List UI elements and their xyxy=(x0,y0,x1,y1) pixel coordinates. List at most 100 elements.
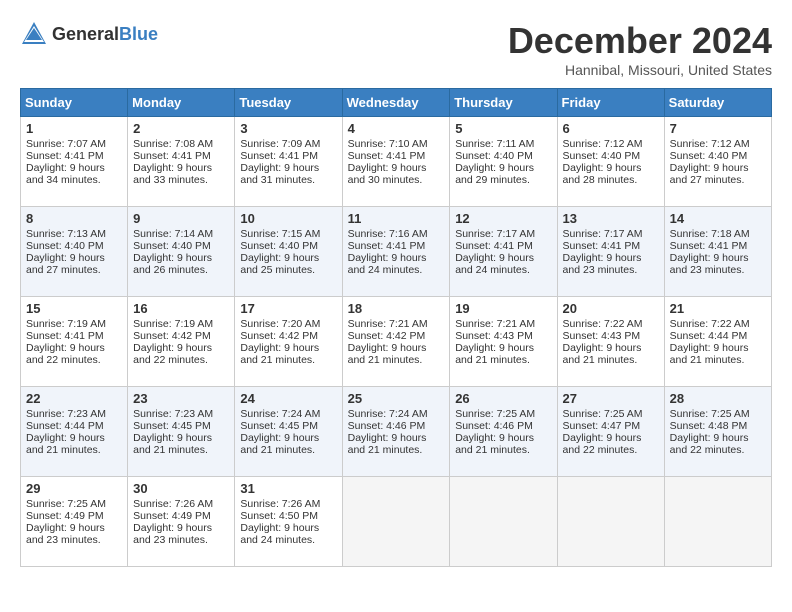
sunset: Sunset: 4:40 PM xyxy=(563,150,641,162)
sunset: Sunset: 4:41 PM xyxy=(455,240,533,252)
logo: General Blue xyxy=(20,20,158,48)
sunrise: Sunrise: 7:25 AM xyxy=(455,408,535,420)
location-title: Hannibal, Missouri, United States xyxy=(508,62,772,78)
day-number: 21 xyxy=(670,301,766,316)
calendar-cell: 3 Sunrise: 7:09 AM Sunset: 4:41 PM Dayli… xyxy=(235,117,342,207)
sunset: Sunset: 4:50 PM xyxy=(240,510,318,522)
day-number: 26 xyxy=(455,391,551,406)
calendar-cell xyxy=(450,477,557,567)
sunrise: Sunrise: 7:22 AM xyxy=(563,318,643,330)
sunset: Sunset: 4:45 PM xyxy=(240,420,318,432)
day-number: 15 xyxy=(26,301,122,316)
calendar: SundayMondayTuesdayWednesdayThursdayFrid… xyxy=(20,88,772,567)
calendar-cell: 14 Sunrise: 7:18 AM Sunset: 4:41 PM Dayl… xyxy=(664,207,771,297)
daylight: Daylight: 9 hours and 21 minutes. xyxy=(455,432,534,456)
sunset: Sunset: 4:49 PM xyxy=(26,510,104,522)
calendar-cell: 17 Sunrise: 7:20 AM Sunset: 4:42 PM Dayl… xyxy=(235,297,342,387)
calendar-cell xyxy=(342,477,450,567)
sunset: Sunset: 4:44 PM xyxy=(26,420,104,432)
day-number: 19 xyxy=(455,301,551,316)
day-number: 24 xyxy=(240,391,336,406)
sunset: Sunset: 4:40 PM xyxy=(455,150,533,162)
sunrise: Sunrise: 7:12 AM xyxy=(563,138,643,150)
day-number: 27 xyxy=(563,391,659,406)
daylight: Daylight: 9 hours and 31 minutes. xyxy=(240,162,319,186)
sunset: Sunset: 4:46 PM xyxy=(348,420,426,432)
month-title: December 2024 xyxy=(508,20,772,62)
calendar-cell: 22 Sunrise: 7:23 AM Sunset: 4:44 PM Dayl… xyxy=(21,387,128,477)
daylight: Daylight: 9 hours and 23 minutes. xyxy=(133,522,212,546)
day-number: 16 xyxy=(133,301,229,316)
day-number: 31 xyxy=(240,481,336,496)
sunrise: Sunrise: 7:18 AM xyxy=(670,228,750,240)
daylight: Daylight: 9 hours and 34 minutes. xyxy=(26,162,105,186)
calendar-cell: 23 Sunrise: 7:23 AM Sunset: 4:45 PM Dayl… xyxy=(128,387,235,477)
sunrise: Sunrise: 7:20 AM xyxy=(240,318,320,330)
day-number: 18 xyxy=(348,301,445,316)
sunrise: Sunrise: 7:25 AM xyxy=(670,408,750,420)
daylight: Daylight: 9 hours and 25 minutes. xyxy=(240,252,319,276)
sunset: Sunset: 4:42 PM xyxy=(240,330,318,342)
sunrise: Sunrise: 7:09 AM xyxy=(240,138,320,150)
day-number: 4 xyxy=(348,121,445,136)
sunrise: Sunrise: 7:11 AM xyxy=(455,138,534,150)
calendar-cell xyxy=(664,477,771,567)
calendar-cell: 16 Sunrise: 7:19 AM Sunset: 4:42 PM Dayl… xyxy=(128,297,235,387)
daylight: Daylight: 9 hours and 23 minutes. xyxy=(26,522,105,546)
sunrise: Sunrise: 7:17 AM xyxy=(563,228,643,240)
calendar-cell: 6 Sunrise: 7:12 AM Sunset: 4:40 PM Dayli… xyxy=(557,117,664,207)
day-number: 1 xyxy=(26,121,122,136)
daylight: Daylight: 9 hours and 24 minutes. xyxy=(455,252,534,276)
daylight: Daylight: 9 hours and 22 minutes. xyxy=(26,342,105,366)
day-number: 25 xyxy=(348,391,445,406)
calendar-header-friday: Friday xyxy=(557,89,664,117)
sunrise: Sunrise: 7:08 AM xyxy=(133,138,213,150)
daylight: Daylight: 9 hours and 22 minutes. xyxy=(563,432,642,456)
daylight: Daylight: 9 hours and 27 minutes. xyxy=(670,162,749,186)
daylight: Daylight: 9 hours and 22 minutes. xyxy=(133,342,212,366)
calendar-cell: 19 Sunrise: 7:21 AM Sunset: 4:43 PM Dayl… xyxy=(450,297,557,387)
sunset: Sunset: 4:42 PM xyxy=(348,330,426,342)
calendar-cell: 11 Sunrise: 7:16 AM Sunset: 4:41 PM Dayl… xyxy=(342,207,450,297)
day-number: 11 xyxy=(348,211,445,226)
sunset: Sunset: 4:40 PM xyxy=(133,240,211,252)
calendar-cell: 25 Sunrise: 7:24 AM Sunset: 4:46 PM Dayl… xyxy=(342,387,450,477)
day-number: 13 xyxy=(563,211,659,226)
daylight: Daylight: 9 hours and 21 minutes. xyxy=(240,342,319,366)
sunset: Sunset: 4:49 PM xyxy=(133,510,211,522)
sunrise: Sunrise: 7:07 AM xyxy=(26,138,106,150)
calendar-header-sunday: Sunday xyxy=(21,89,128,117)
calendar-week-row: 22 Sunrise: 7:23 AM Sunset: 4:44 PM Dayl… xyxy=(21,387,772,477)
day-number: 30 xyxy=(133,481,229,496)
sunset: Sunset: 4:40 PM xyxy=(26,240,104,252)
sunset: Sunset: 4:41 PM xyxy=(348,150,426,162)
daylight: Daylight: 9 hours and 24 minutes. xyxy=(348,252,427,276)
daylight: Daylight: 9 hours and 30 minutes. xyxy=(348,162,427,186)
sunset: Sunset: 4:41 PM xyxy=(348,240,426,252)
calendar-cell: 27 Sunrise: 7:25 AM Sunset: 4:47 PM Dayl… xyxy=(557,387,664,477)
daylight: Daylight: 9 hours and 21 minutes. xyxy=(670,342,749,366)
sunrise: Sunrise: 7:21 AM xyxy=(455,318,535,330)
calendar-week-row: 8 Sunrise: 7:13 AM Sunset: 4:40 PM Dayli… xyxy=(21,207,772,297)
day-number: 8 xyxy=(26,211,122,226)
calendar-week-row: 1 Sunrise: 7:07 AM Sunset: 4:41 PM Dayli… xyxy=(21,117,772,207)
calendar-cell: 5 Sunrise: 7:11 AM Sunset: 4:40 PM Dayli… xyxy=(450,117,557,207)
calendar-cell: 7 Sunrise: 7:12 AM Sunset: 4:40 PM Dayli… xyxy=(664,117,771,207)
sunset: Sunset: 4:41 PM xyxy=(240,150,318,162)
calendar-cell: 29 Sunrise: 7:25 AM Sunset: 4:49 PM Dayl… xyxy=(21,477,128,567)
daylight: Daylight: 9 hours and 21 minutes. xyxy=(133,432,212,456)
day-number: 22 xyxy=(26,391,122,406)
logo-text-blue: Blue xyxy=(119,24,158,45)
logo-text-general: General xyxy=(52,24,119,45)
daylight: Daylight: 9 hours and 21 minutes. xyxy=(348,432,427,456)
sunset: Sunset: 4:47 PM xyxy=(563,420,641,432)
calendar-header-wednesday: Wednesday xyxy=(342,89,450,117)
daylight: Daylight: 9 hours and 24 minutes. xyxy=(240,522,319,546)
day-number: 28 xyxy=(670,391,766,406)
day-number: 5 xyxy=(455,121,551,136)
sunrise: Sunrise: 7:26 AM xyxy=(240,498,320,510)
sunrise: Sunrise: 7:24 AM xyxy=(348,408,428,420)
sunset: Sunset: 4:48 PM xyxy=(670,420,748,432)
sunrise: Sunrise: 7:21 AM xyxy=(348,318,428,330)
sunset: Sunset: 4:41 PM xyxy=(133,150,211,162)
